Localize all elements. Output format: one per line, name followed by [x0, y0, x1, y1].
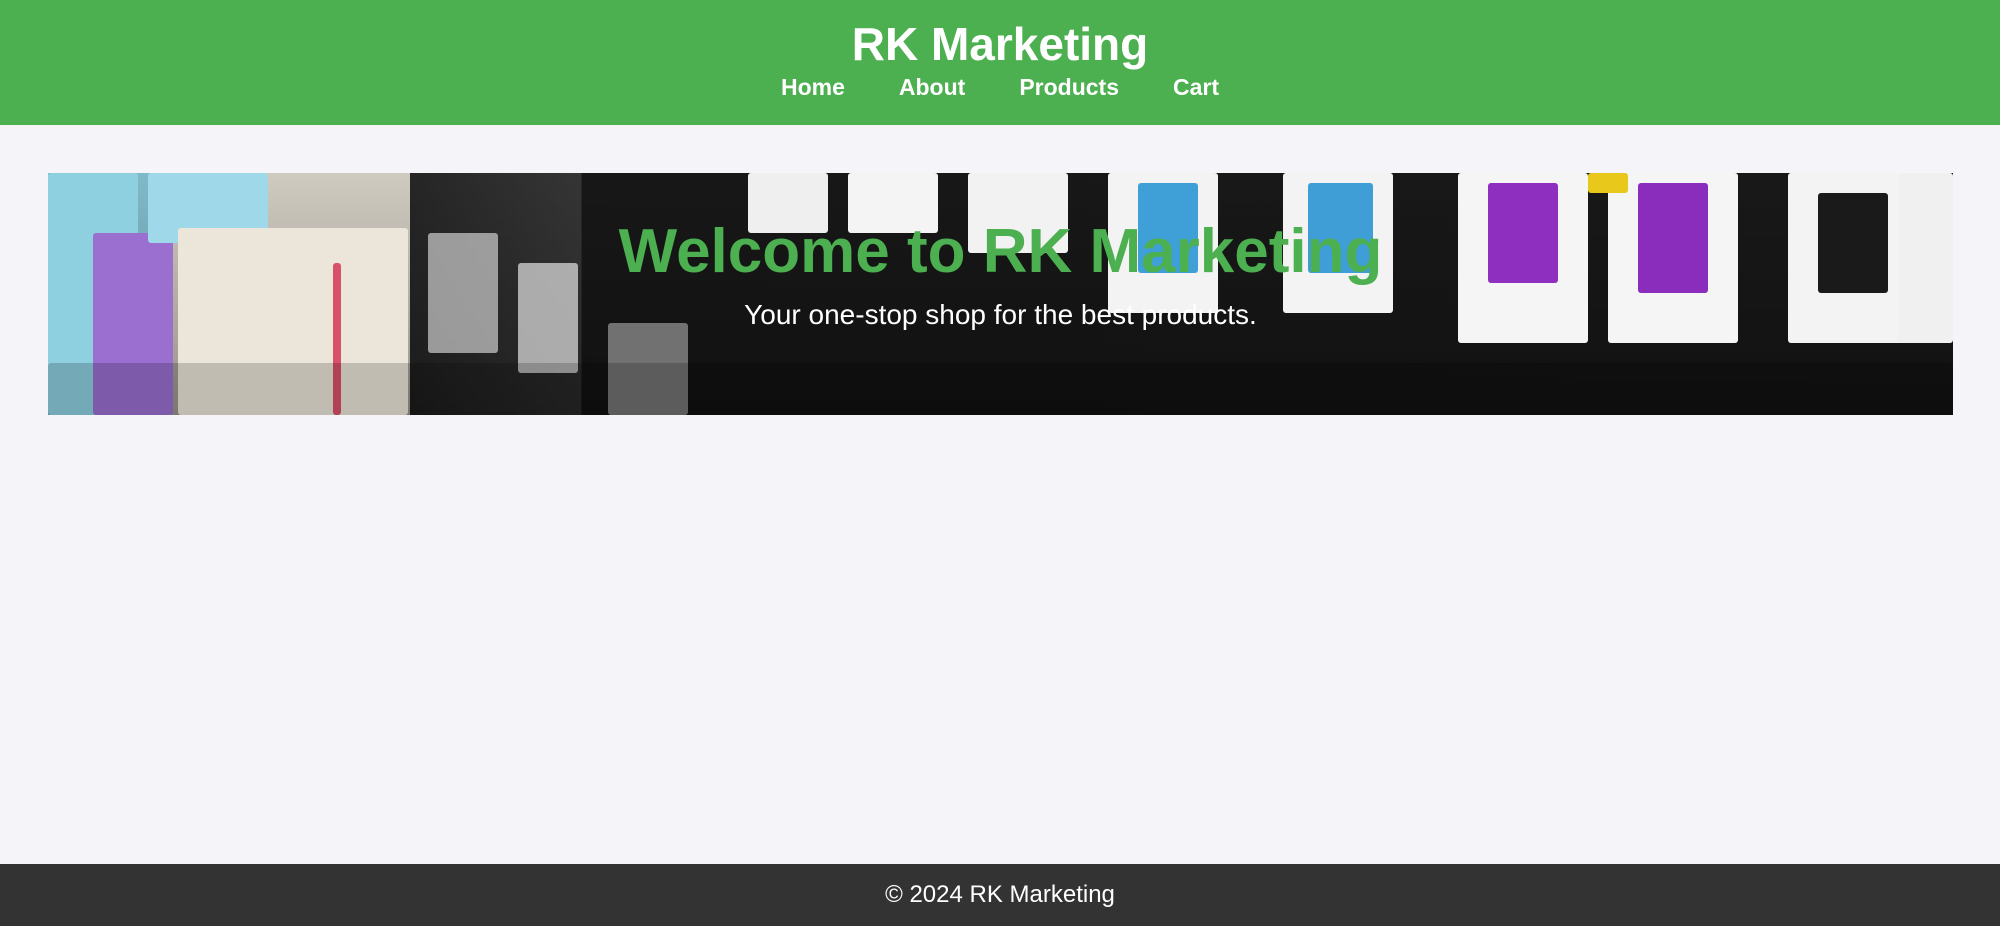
nav-link-cart[interactable]: Cart: [1173, 70, 1219, 104]
site-footer: © 2024 RK Marketing: [0, 864, 2000, 926]
hero-title: Welcome to RK Marketing: [618, 217, 1383, 286]
main-nav: Home About Products Cart: [0, 70, 2000, 104]
nav-link-about[interactable]: About: [899, 70, 965, 104]
site-header: RK Marketing Home About Products Cart: [0, 0, 2000, 125]
nav-link-products[interactable]: Products: [1019, 70, 1119, 104]
site-title: RK Marketing: [851, 18, 1149, 70]
nav-link-home[interactable]: Home: [781, 70, 845, 104]
hero-subtitle: Your one-stop shop for the best products…: [744, 299, 1257, 330]
hero-banner: Welcome to RK Marketing Your one-stop sh…: [48, 173, 1953, 415]
footer-copyright: © 2024 RK Marketing: [885, 881, 1115, 908]
